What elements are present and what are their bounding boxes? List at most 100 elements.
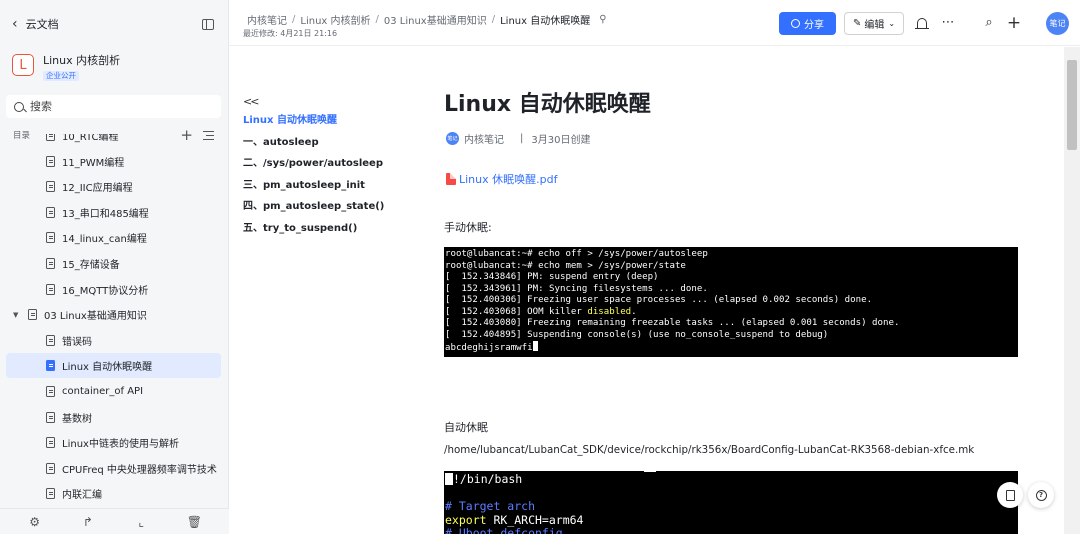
search-icon[interactable]: ⌕	[980, 14, 998, 32]
breadcrumb-separator: /	[292, 14, 296, 25]
paragraph-manual-sleep: 手动休眠:	[444, 221, 492, 234]
paragraph-auto-sleep: 自动休眠	[444, 421, 488, 434]
terminal-line: [ 152.404895] Suspending console(s) (use…	[445, 329, 829, 340]
tree-item-label: 03 Linux基础通用知识	[44, 311, 147, 323]
breadcrumb-current: Linux 自动休眠唤醒	[500, 16, 591, 27]
pin-icon[interactable]: ⚲	[599, 14, 606, 25]
document-icon	[46, 181, 55, 193]
tree-item[interactable]: 13_串口和485编程	[6, 200, 221, 225]
code-screenshot: !/bin/bash # Target arch export RK_ARCH=…	[444, 471, 1018, 534]
outline-item[interactable]: 三、pm_autosleep_init	[243, 179, 423, 201]
chevron-left-icon[interactable]: ‹	[12, 16, 18, 32]
document-icon	[46, 411, 55, 423]
sidebar: ‹ 云文档 L Linux 内核剖析 企业公开 目录 + 10_RTC编程11_…	[0, 0, 229, 534]
document-icon	[28, 309, 37, 321]
more-icon[interactable]: ⋯	[939, 14, 957, 32]
sidebar-toggle-icon[interactable]	[202, 18, 214, 30]
top-bar: 内核笔记 / Linux 内核剖析 / 03 Linux基础通用知识 / Lin…	[229, 0, 1080, 46]
document-icon	[46, 462, 55, 474]
terminal-screenshot: root@lubancat:~# echo off > /sys/power/a…	[444, 247, 1018, 357]
attachment-name: Linux 休眠唤醒.pdf	[459, 173, 558, 186]
avatar[interactable]: 笔记	[1046, 12, 1069, 35]
expand-caret-icon[interactable]: ▼	[13, 311, 21, 319]
add-icon[interactable]: +	[1005, 14, 1023, 32]
analytics-icon[interactable]: ⌞	[131, 515, 151, 529]
doc-tree: 10_RTC编程 11_PWM编程 12_IIC应用编程 13_串口和485编程 14_…	[6, 134, 221, 512]
author-name[interactable]: 内核笔记	[464, 131, 504, 146]
tree-item[interactable]: Linux 自动休眠唤醒	[6, 353, 221, 379]
tree-item[interactable]: 16_MQTT协议分析	[6, 277, 221, 302]
tree-item-label: CPUFreq 中央处理器频率调节技术	[62, 464, 217, 476]
tree-item[interactable]: container_of API	[6, 379, 221, 404]
kb-name: Linux 内核剖析	[43, 54, 121, 67]
outline-item[interactable]: 四、pm_autosleep_state()	[243, 200, 423, 222]
terminal-line: [ 152.403080] Freezing remaining freezab…	[445, 318, 900, 328]
back-to-docs-label[interactable]: 云文档	[26, 16, 59, 32]
code-comment: # Uboot defconfig	[445, 526, 563, 534]
breadcrumb-item[interactable]: 03 Linux基础通用知识	[384, 12, 487, 27]
pdf-attachment[interactable]: Linux 休眠唤醒.pdf	[446, 171, 557, 187]
comment-icon	[1005, 489, 1015, 501]
tree-item[interactable]: 11_PWM编程	[6, 149, 221, 174]
terminal-line: root@lubancat:~# echo off > /sys/power/a…	[445, 249, 708, 259]
outline-item[interactable]: Linux 自动休眠唤醒	[243, 114, 423, 136]
tree-item-label: Linux 自动休眠唤醒	[62, 362, 153, 374]
tree-item[interactable]: ▼ 03 Linux基础通用知识	[6, 302, 221, 327]
tree-item[interactable]: 14_linux_can编程	[6, 225, 221, 250]
code-cursor	[445, 473, 453, 485]
outline-item[interactable]: 二、/sys/power/autosleep	[243, 157, 423, 179]
document-icon	[46, 437, 55, 449]
document-icon	[46, 334, 55, 346]
author-avatar[interactable]: 笔记	[446, 132, 459, 145]
meta-separator: |	[520, 133, 524, 144]
chevron-down-icon: ⌄	[888, 19, 896, 28]
config-path: /home/lubancat/LubanCat_SDK/device/rockc…	[444, 444, 975, 456]
outline-item[interactable]: 五、try_to_suspend()	[243, 222, 423, 244]
breadcrumb-item[interactable]: Linux 内核剖析	[300, 12, 370, 27]
tree-item[interactable]: 内联汇编	[6, 481, 221, 506]
tree-item-label: 12_IIC应用编程	[62, 183, 133, 195]
search-box[interactable]	[6, 95, 221, 118]
collapse-outline-icon[interactable]: <<	[243, 95, 423, 108]
breadcrumb-item[interactable]: 内核笔记	[247, 12, 287, 27]
tree-item-label: 14_linux_can编程	[62, 234, 147, 246]
tree-item[interactable]: 基数树	[6, 405, 221, 430]
help-button[interactable]: ?	[1028, 482, 1054, 508]
tree-item-label: Linux中链表的使用与解析	[62, 439, 179, 451]
document-icon	[46, 134, 55, 141]
help-icon: ?	[1035, 489, 1047, 501]
breadcrumb-separator: /	[491, 14, 496, 25]
terminal-cursor	[532, 341, 538, 351]
share-button[interactable]: 分享	[779, 12, 836, 35]
document-outline: << Linux 自动休眠唤醒 一、autosleep 二、/sys/power/a…	[243, 95, 423, 243]
comment-button[interactable]	[997, 482, 1023, 508]
pdf-file-icon	[446, 173, 456, 185]
tree-item[interactable]: 15_存储设备	[6, 251, 221, 276]
scrollbar-thumb[interactable]	[1067, 60, 1077, 150]
search-input[interactable]	[30, 100, 200, 113]
document-icon	[46, 206, 55, 218]
share-out-icon[interactable]: ↱	[78, 515, 98, 529]
tree-item-label: 内联汇编	[62, 490, 102, 502]
tree-item-label: 基数树	[62, 413, 92, 425]
sidebar-header: ‹ 云文档	[12, 14, 214, 34]
code-comment: # Target arch	[445, 499, 536, 513]
tree-item[interactable]: CPUFreq 中央处理器频率调节技术	[6, 456, 221, 481]
terminal-line: [ 152.400306] Freezing user space proces…	[445, 295, 873, 305]
terminal-line: root@lubancat:~# echo mem > /sys/power/s…	[445, 260, 686, 271]
search-icon	[14, 101, 24, 112]
trash-icon[interactable]: 🗑	[184, 515, 204, 529]
settings-icon[interactable]: ⚙	[25, 515, 45, 529]
tree-item[interactable]: 错误码	[6, 328, 221, 353]
terminal-line: [ 152.343961] PM: Syncing filesystems ..…	[445, 283, 708, 294]
edit-button[interactable]: ✎ 编辑 ⌄	[844, 12, 904, 35]
outline-item[interactable]: 一、autosleep	[243, 136, 423, 158]
notification-icon[interactable]	[913, 14, 931, 29]
tree-item-label: 15_存储设备	[62, 260, 120, 271]
tree-item[interactable]: 10_RTC编程	[6, 134, 221, 148]
code-line: !/bin/bash	[453, 472, 523, 486]
tree-item-label: 16_MQTT协议分析	[62, 285, 149, 297]
knowledge-base-header[interactable]: L Linux 内核剖析 企业公开	[12, 54, 120, 81]
tree-item[interactable]: 12_IIC应用编程	[6, 174, 221, 199]
tree-item[interactable]: Linux中链表的使用与解析	[6, 430, 221, 455]
